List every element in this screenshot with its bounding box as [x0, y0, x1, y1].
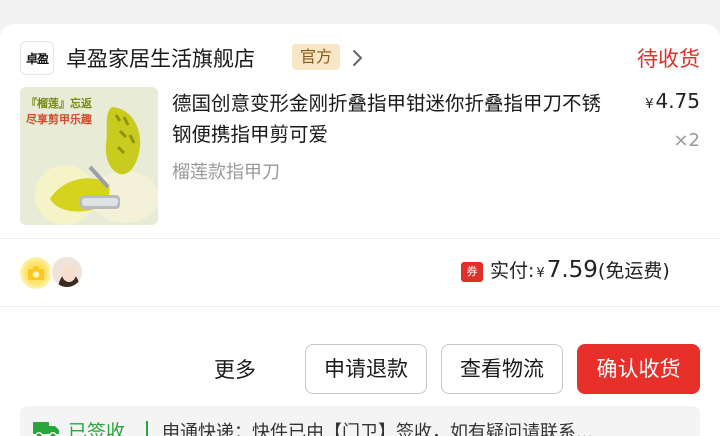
logistics-separator	[146, 421, 148, 436]
store-name[interactable]: 卓盈家居生活旗舰店	[66, 43, 255, 73]
thumbnail-caption-2: 尽享剪甲乐趣	[26, 113, 92, 126]
paid-amount: 7.59	[546, 257, 598, 283]
shipping-note: (免运费)	[597, 260, 670, 282]
thumbnail-caption-1: 『榴莲』忘返	[26, 97, 92, 110]
view-logistics-button[interactable]: 查看物流	[441, 344, 563, 394]
order-status: 待收货	[637, 47, 700, 71]
more-button[interactable]: 更多	[214, 354, 256, 384]
official-badge: 官方	[292, 44, 341, 70]
camera-icon[interactable]	[20, 257, 52, 289]
paid-total: 实付: ¥7.59(免运费)	[490, 256, 670, 283]
paid-currency: ¥	[536, 266, 545, 281]
store-logo-text: 卓盈	[25, 51, 49, 66]
truck-icon	[33, 422, 59, 436]
chevron-right-icon[interactable]	[347, 46, 367, 70]
price-currency: ¥	[645, 97, 654, 112]
coupon-badge: 券	[461, 262, 483, 282]
divider	[0, 306, 720, 307]
refund-button[interactable]: 申请退款	[305, 344, 427, 394]
logistics-bar[interactable]: 已签收 申通快递：快件已由【门卫】签收，如有疑问请联系...	[20, 406, 700, 436]
store-header[interactable]: 卓盈 卓盈家居生活旗舰店 官方 待收货	[0, 40, 720, 76]
paid-label: 实付:	[490, 260, 535, 282]
divider	[0, 238, 720, 239]
product-thumbnail[interactable]: 『榴莲』忘返 尽享剪甲乐趣	[20, 87, 158, 225]
avatar[interactable]	[50, 255, 84, 289]
product-price: ¥4.75	[645, 89, 700, 113]
product-quantity: ×2	[673, 130, 700, 151]
product-spec: 榴莲款指甲刀	[172, 162, 280, 183]
confirm-receipt-button[interactable]: 确认收货	[577, 344, 700, 394]
product-title[interactable]: 德国创意变形金刚折叠指甲钳迷你折叠指甲刀不锈钢便携指甲剪可爱	[172, 88, 612, 150]
store-logo[interactable]: 卓盈	[20, 41, 54, 75]
logistics-status: 已签收	[68, 421, 126, 436]
order-card: 卓盈 卓盈家居生活旗舰店 官方 待收货 『榴莲』忘返 尽享剪甲乐趣 德国创意变形…	[0, 24, 720, 436]
logistics-message: 申通快递：快件已由【门卫】签收，如有疑问请联系...	[162, 422, 594, 436]
price-value: 4.75	[655, 89, 700, 113]
buyer-avatars[interactable]	[20, 255, 90, 291]
